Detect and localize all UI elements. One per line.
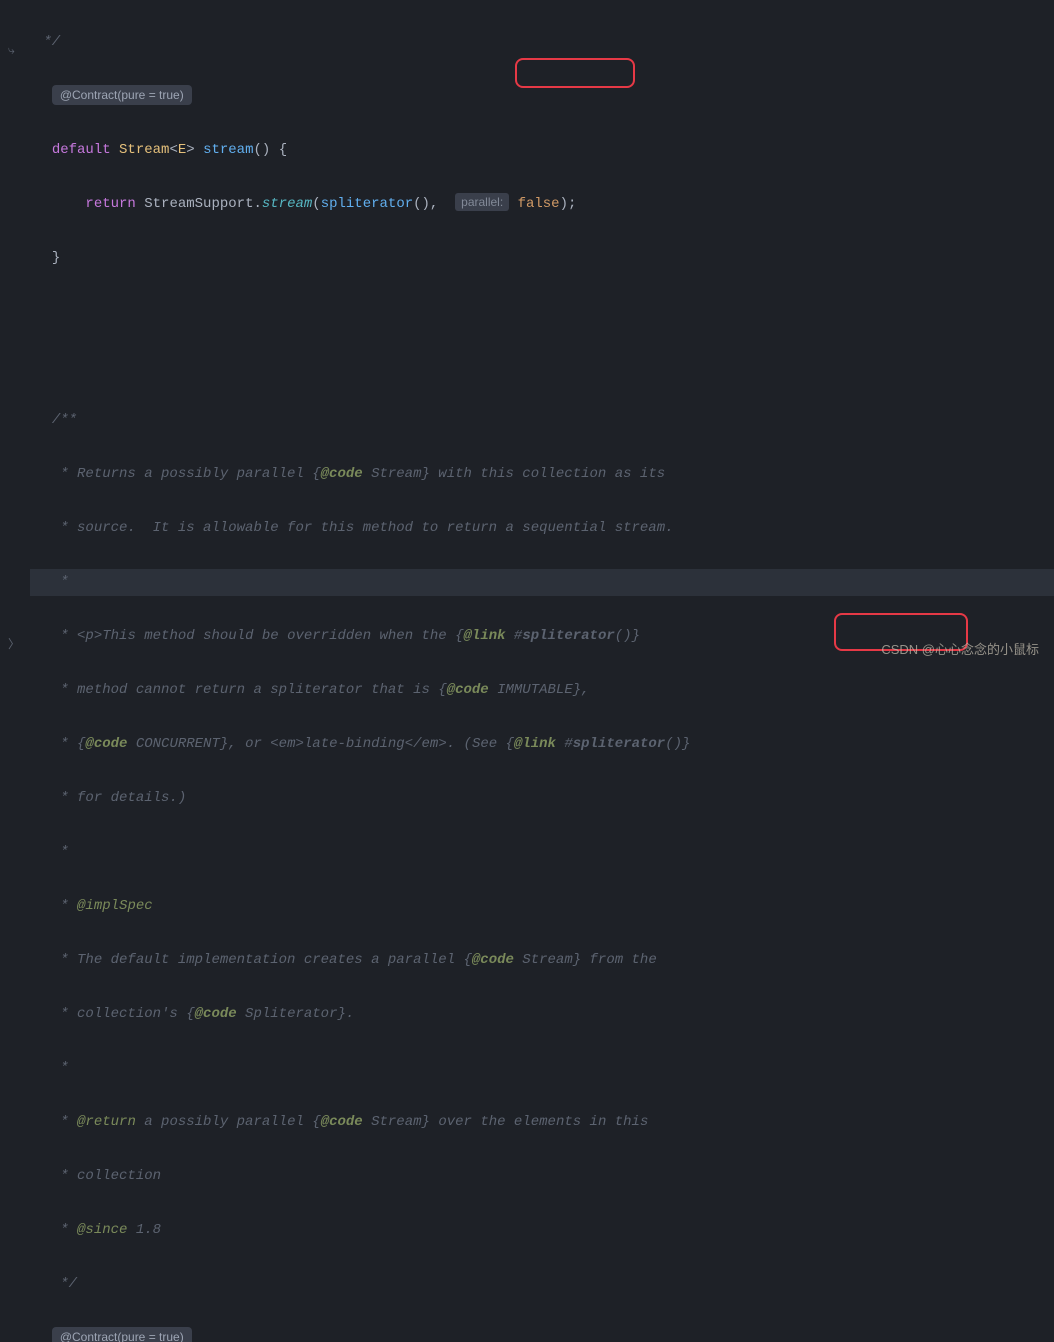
javadoc-line: * {@code CONCURRENT}, or <em>late-bindin… bbox=[35, 731, 1054, 758]
code-editor[interactable]: */ @Contract(pure = true) default Stream… bbox=[0, 0, 1054, 1342]
javadoc-line: * method cannot return a spliterator tha… bbox=[35, 677, 1054, 704]
editor-gutter: ⤷ 〉 bbox=[0, 0, 30, 671]
code-line: default Stream<E> stream() { bbox=[35, 137, 1054, 164]
watermark-text: CSDN @心心念念的小鼠标 bbox=[881, 636, 1039, 663]
javadoc-line: * source. It is allowable for this metho… bbox=[35, 515, 1054, 542]
stream-method-decl: stream bbox=[203, 142, 253, 158]
javadoc-line: * collection's {@code Spliterator}. bbox=[35, 1001, 1054, 1028]
gutter-icon: 〉 bbox=[8, 632, 20, 659]
javadoc-line: */ bbox=[35, 1271, 1054, 1298]
code-line: @Contract(pure = true) bbox=[35, 83, 1054, 110]
contract-annotation-badge: @Contract(pure = true) bbox=[52, 85, 192, 105]
javadoc-line: * for details.) bbox=[35, 785, 1054, 812]
javadoc-line: * Returns a possibly parallel {@code Str… bbox=[35, 461, 1054, 488]
javadoc-line: * @since 1.8 bbox=[35, 1217, 1054, 1244]
blank-line bbox=[35, 353, 1054, 380]
code-line: @Contract(pure = true) bbox=[35, 1325, 1054, 1342]
contract-annotation-badge: @Contract(pure = true) bbox=[52, 1327, 192, 1342]
javadoc-line: /** bbox=[35, 407, 1054, 434]
gutter-icon: ⤷ bbox=[8, 38, 15, 65]
code-line: } bbox=[35, 245, 1054, 272]
javadoc-line: * @implSpec bbox=[35, 893, 1054, 920]
parallel-hint-badge: parallel: bbox=[455, 193, 509, 211]
javadoc-line: * bbox=[35, 1055, 1054, 1082]
javadoc-line: * collection bbox=[35, 1163, 1054, 1190]
code-line: */ bbox=[35, 29, 1054, 56]
code-line: return StreamSupport.stream(spliterator(… bbox=[35, 191, 1054, 218]
javadoc-line: * bbox=[35, 839, 1054, 866]
blank-line bbox=[35, 299, 1054, 326]
javadoc-line-current: * bbox=[0, 569, 1054, 596]
javadoc-line: * @return a possibly parallel {@code Str… bbox=[35, 1109, 1054, 1136]
javadoc-line: * The default implementation creates a p… bbox=[35, 947, 1054, 974]
